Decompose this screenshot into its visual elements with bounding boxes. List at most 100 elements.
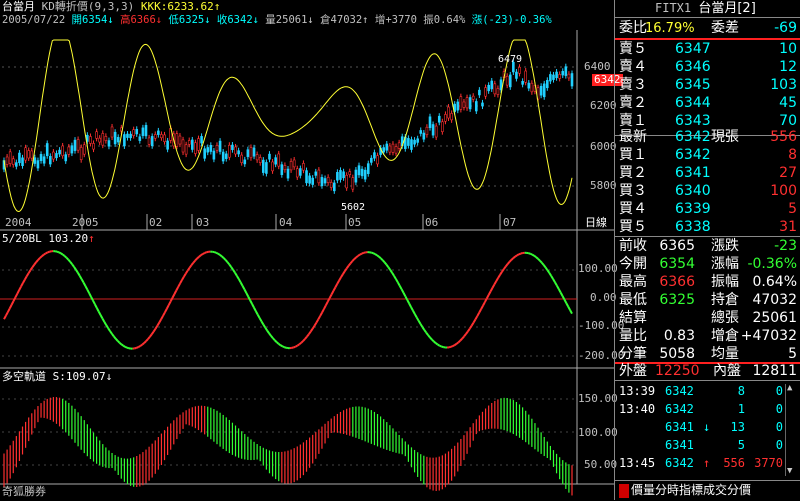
candle-body bbox=[559, 74, 561, 78]
ask-row[interactable]: 賣３6345103 bbox=[619, 76, 799, 95]
bl-segment bbox=[65, 256, 67, 258]
scroll-down-icon[interactable]: ▼ bbox=[787, 467, 792, 476]
candle-body bbox=[96, 132, 98, 139]
candle-body bbox=[327, 177, 329, 182]
tick-row[interactable]: 13:39634280 bbox=[619, 383, 799, 400]
stat-label: 振幅 bbox=[711, 273, 739, 292]
bid-row[interactable]: 買３6340100 bbox=[619, 182, 799, 201]
bl-segment bbox=[250, 300, 252, 304]
stat-label: 前收 bbox=[619, 237, 647, 256]
bl-segment bbox=[224, 258, 226, 260]
last-row: 最新 6342 現張 556 bbox=[619, 128, 799, 147]
candle-body bbox=[259, 157, 261, 162]
bl-segment bbox=[313, 326, 315, 329]
tick-row[interactable]: 13:456342↑5563770 bbox=[619, 455, 799, 472]
period-daily[interactable]: 日線 bbox=[585, 217, 607, 229]
candle-body bbox=[485, 88, 487, 97]
bl-segment bbox=[256, 311, 258, 315]
bl-segment bbox=[324, 305, 326, 309]
bid-row[interactable]: 買１63428 bbox=[619, 146, 799, 165]
candle-body bbox=[463, 102, 465, 107]
bl-segment bbox=[271, 336, 273, 338]
bl-segment bbox=[76, 270, 78, 273]
bl-segment bbox=[229, 264, 231, 267]
stat-value: 47032 bbox=[752, 291, 797, 310]
stat-row: 最低6325持倉47032 bbox=[619, 291, 799, 310]
sub1-tick-0: 0.00 bbox=[590, 292, 617, 304]
bl-segment bbox=[549, 273, 551, 276]
ask-row[interactable]: 賣２634445 bbox=[619, 94, 799, 113]
stat-label: 結算 bbox=[619, 309, 647, 328]
bl-segment bbox=[453, 345, 455, 346]
candle-body bbox=[358, 166, 360, 175]
candle-body bbox=[531, 83, 533, 92]
chart-canvas[interactable] bbox=[0, 0, 614, 500]
tick-row[interactable]: 13:40634210 bbox=[619, 401, 799, 418]
bl-segment bbox=[470, 326, 472, 329]
x-label-05: 05 bbox=[348, 217, 361, 229]
bl-segment bbox=[161, 316, 163, 319]
candle-body bbox=[197, 139, 199, 151]
scroll-up-icon[interactable]: ▲ bbox=[787, 384, 792, 393]
bid-price: 6341 bbox=[675, 164, 711, 183]
diff-label: 委差 bbox=[711, 19, 739, 38]
last-label: 最新 bbox=[619, 128, 647, 147]
tick-extra: 0 bbox=[747, 383, 783, 400]
bl-segment bbox=[506, 264, 508, 266]
bl-segment bbox=[318, 316, 320, 319]
bid-row[interactable]: 買２634127 bbox=[619, 164, 799, 183]
bl-segment bbox=[326, 302, 328, 306]
bl-segment bbox=[23, 280, 25, 283]
bl-segment bbox=[174, 290, 176, 294]
candle-body bbox=[145, 125, 147, 136]
candle-body bbox=[556, 72, 558, 78]
bl-segment bbox=[40, 256, 42, 258]
candle-body bbox=[355, 170, 357, 182]
candle-body bbox=[552, 75, 554, 80]
candle-body bbox=[117, 137, 119, 142]
candle-body bbox=[28, 151, 30, 158]
bottom-tab-labels[interactable]: 價量分時指標成交分價 bbox=[631, 484, 751, 496]
tick-row[interactable]: 634150 bbox=[619, 437, 799, 454]
bl-segment bbox=[171, 298, 173, 302]
candle-body bbox=[111, 127, 113, 137]
bl-segment bbox=[315, 323, 317, 326]
bl-segment bbox=[146, 339, 148, 341]
bl-segment bbox=[203, 253, 205, 254]
bid-row[interactable]: 買４63395 bbox=[619, 200, 799, 219]
bl-segment bbox=[63, 254, 65, 255]
bl-segment bbox=[494, 281, 496, 284]
bl-segment bbox=[390, 270, 392, 273]
bl-segment bbox=[222, 256, 224, 258]
candle-body bbox=[543, 84, 545, 97]
bid-price: 6340 bbox=[675, 182, 711, 201]
ask-row[interactable]: 賣５634710 bbox=[619, 40, 799, 59]
bl-segment bbox=[564, 300, 566, 304]
bl-segment bbox=[178, 283, 180, 286]
bid-row[interactable]: 買５633831 bbox=[619, 218, 799, 237]
stat-label: 最低 bbox=[619, 291, 647, 310]
bl-segment bbox=[519, 254, 521, 255]
bl-segment bbox=[415, 314, 417, 317]
panel-title: FITX1 台當月[2] bbox=[655, 2, 756, 15]
bl-segment bbox=[504, 266, 506, 269]
tick-row[interactable]: 6341↓130 bbox=[619, 419, 799, 436]
ask-row[interactable]: 賣４634612 bbox=[619, 58, 799, 77]
high-annotation: 6479 bbox=[498, 54, 522, 66]
bl-segment bbox=[38, 258, 40, 260]
bl-segment bbox=[530, 254, 532, 255]
chart-area[interactable]: 台當月 KD轉折價(9,3,3) KKK:6233.62↑ 2005/07/22… bbox=[0, 0, 614, 500]
bl-segment bbox=[392, 273, 394, 276]
candle-body bbox=[188, 141, 190, 145]
bl-segment bbox=[426, 333, 428, 336]
bl-segment bbox=[436, 343, 438, 344]
candle-body bbox=[420, 130, 422, 133]
candle-body bbox=[133, 130, 135, 136]
outer-inner-row: 外盤 12250 內盤 12811 bbox=[619, 362, 799, 381]
bottom-tabs[interactable]: 價量分時指標成交分價 bbox=[615, 480, 800, 501]
stat-row: 量比0.83增倉+47032 bbox=[619, 327, 799, 346]
candle-body bbox=[367, 164, 369, 174]
candle-body bbox=[216, 145, 218, 150]
candle-body bbox=[52, 152, 54, 159]
tick-scrollbar[interactable]: ▲ ▼ bbox=[785, 384, 798, 476]
